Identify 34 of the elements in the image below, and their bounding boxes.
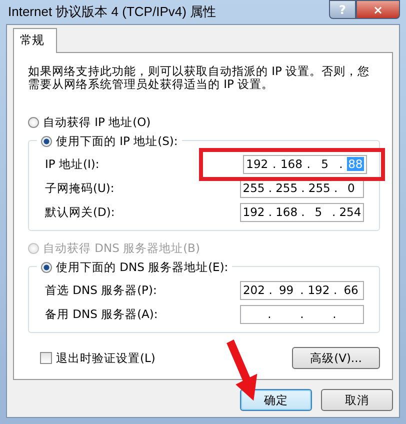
- close-button[interactable]: ×: [356, 0, 400, 19]
- ip-octet: 192: [308, 283, 330, 297]
- advanced-button[interactable]: 高级(V)...: [292, 347, 380, 369]
- ip-octet: 192: [246, 157, 268, 171]
- ip-address-field[interactable]: 192 . 168 . 5 . 88: [243, 154, 367, 174]
- ip-octet: 99: [278, 283, 295, 297]
- window-title: Internet 协议版本 4 (TCP/IPv4) 属性: [7, 3, 216, 21]
- dialog-button[interactable]: 取消: [321, 389, 393, 411]
- ip-octet: 0: [346, 181, 356, 195]
- ip-octet: 66: [342, 283, 360, 297]
- ip-address-field[interactable]: . . .: [240, 304, 364, 324]
- ip-octet: 255: [276, 181, 298, 195]
- ip-octet: 192: [242, 205, 265, 219]
- ip-octet: 202: [242, 283, 265, 297]
- ip-octet: 168: [280, 157, 302, 171]
- ip-address-field[interactable]: 202 . 99 . 192 . 66: [240, 280, 364, 300]
- ip-octet: 5: [314, 205, 324, 219]
- field-label: 默认网关(D):: [45, 204, 115, 220]
- ip-octet: 255: [308, 181, 330, 195]
- field-label: IP 地址(I):: [45, 156, 100, 172]
- description-text: 如果网络支持此功能，则可以获取自动指派的 IP 设置。否则，您需要从网络系统管理员处获得适当的 IP 设置。: [28, 65, 371, 91]
- tab[interactable]: 常规: [13, 28, 57, 53]
- field-label: 备用 DNS 服务器(A):: [45, 306, 158, 322]
- validate-checkbox[interactable]: 退出时验证设置(L): [40, 350, 156, 366]
- field-label: 首选 DNS 服务器(P):: [45, 282, 157, 298]
- ip-address-field[interactable]: 192 . 168 . 5 . 254: [240, 202, 364, 222]
- dialog-button[interactable]: 确定: [240, 389, 312, 411]
- radio-option[interactable]: 自动获得 IP 地址(O): [28, 113, 380, 131]
- ip-octet: 254: [339, 205, 362, 219]
- ip-octet: 5: [320, 157, 330, 171]
- ip-octet: 88: [347, 157, 364, 171]
- ip-octet: 255: [242, 181, 265, 195]
- ip-octet: 168: [276, 205, 298, 219]
- field-label: 子网掩码(U):: [45, 180, 114, 196]
